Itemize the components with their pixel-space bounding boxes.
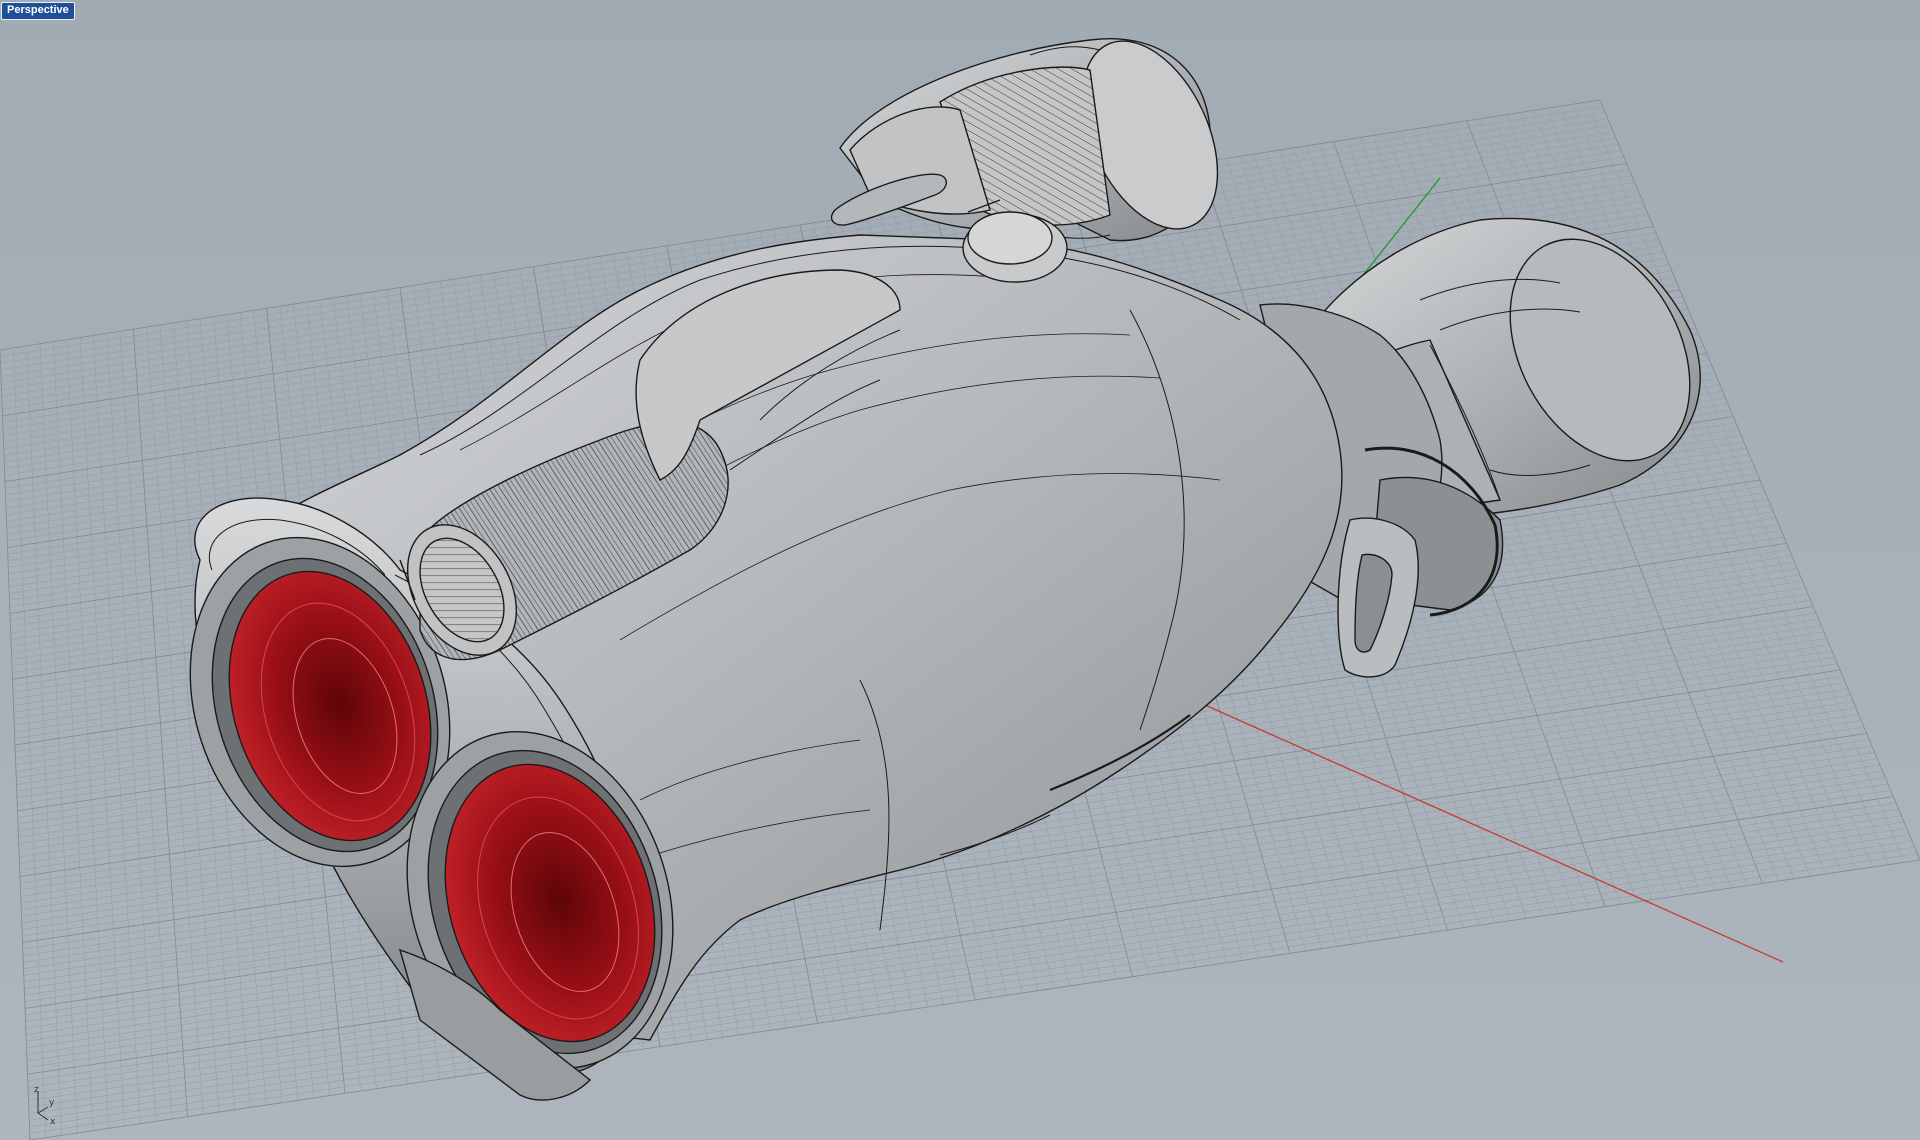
rear-eyepiece-left[interactable] — [839, 20, 1245, 250]
strap-lug[interactable] — [1337, 517, 1419, 678]
grid-line — [28, 821, 1905, 1101]
grid-line — [29, 847, 1915, 1128]
widget-z-label: z — [34, 1085, 39, 1095]
grid-line — [28, 834, 1910, 1114]
grid-line — [29, 859, 1920, 1140]
grid-line — [29, 840, 1913, 1121]
perspective-viewport[interactable]: z y x Perspective — [0, 0, 1920, 1140]
grid-line — [1586, 101, 1905, 863]
binoculars-model[interactable] — [149, 20, 1726, 1103]
scene-canvas[interactable]: z y x — [0, 0, 1920, 1140]
widget-x-label: x — [50, 1117, 56, 1127]
widget-y-label: y — [49, 1098, 55, 1108]
viewport-title-tab[interactable]: Perspective — [1, 2, 75, 20]
grid-line — [28, 828, 1907, 1108]
